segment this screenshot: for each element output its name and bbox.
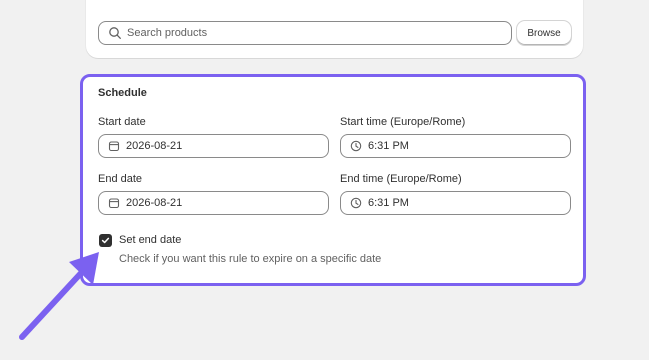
start-time-label: Start time (Europe/Rome) (340, 116, 466, 128)
clock-icon (350, 197, 362, 209)
set-end-date-help-text: Check if you want this rule to expire on… (119, 253, 382, 265)
end-time-label: End time (Europe/Rome) (340, 173, 462, 185)
set-end-date-label[interactable]: Set end date (119, 234, 181, 246)
start-time-field[interactable]: 6:31 PM (340, 134, 571, 158)
calendar-icon (108, 197, 120, 209)
start-date-value: 2026-08-21 (126, 140, 183, 152)
search-icon (108, 26, 122, 40)
set-end-date-checkbox[interactable] (99, 234, 112, 247)
end-date-label: End date (98, 173, 143, 185)
start-date-field[interactable]: 2026-08-21 (98, 134, 329, 158)
end-time-value: 6:31 PM (368, 197, 409, 209)
end-date-field[interactable]: 2026-08-21 (98, 191, 329, 215)
schedule-heading: Schedule (98, 87, 147, 99)
browse-button[interactable]: Browse (517, 21, 571, 45)
start-time-value: 6:31 PM (368, 140, 409, 152)
start-date-label: Start date (98, 116, 146, 128)
clock-icon (350, 140, 362, 152)
search-products-input[interactable] (127, 27, 511, 39)
calendar-icon (108, 140, 120, 152)
end-date-value: 2026-08-21 (126, 197, 183, 209)
end-time-field[interactable]: 6:31 PM (340, 191, 571, 215)
search-products-field[interactable] (98, 21, 512, 45)
checkmark-icon (101, 237, 110, 244)
